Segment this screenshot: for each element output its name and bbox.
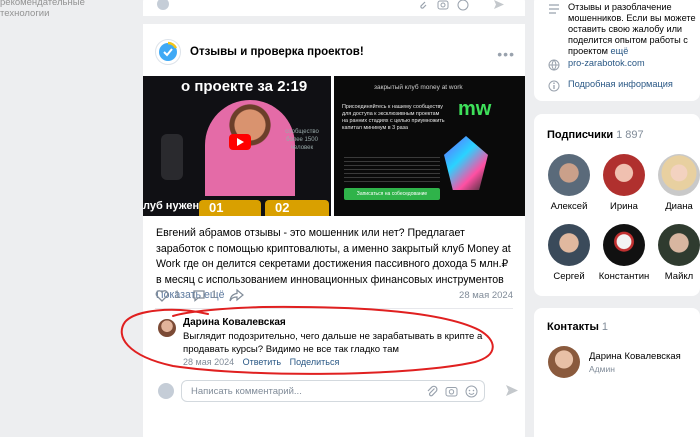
- avatar: [658, 154, 700, 196]
- send-icon[interactable]: [493, 0, 505, 10]
- video-thumbnail[interactable]: о проекте за 2:19 сообщество более 1500 …: [143, 76, 331, 216]
- comment-icon: [193, 289, 205, 302]
- details-link[interactable]: Подробная информация: [568, 79, 698, 90]
- post-separator: [143, 16, 525, 24]
- website-link[interactable]: pro-zarabotok.com: [568, 58, 698, 69]
- comment-author[interactable]: Дарина Ковалевская: [183, 317, 286, 328]
- comment-avatar[interactable]: [158, 319, 176, 337]
- like-button[interactable]: 1: [155, 289, 180, 302]
- emoji-icon[interactable]: [465, 385, 478, 398]
- post-header: Отзывы и проверка проектов!: [155, 39, 364, 65]
- new-comment-row: Написать комментарий...: [155, 380, 519, 402]
- contacts-card: Контакты 1 Дарина Ковалевская Админ: [534, 308, 700, 437]
- reply-link[interactable]: Ответить: [243, 357, 281, 367]
- promo-header: закрытый клуб money at work: [374, 84, 463, 91]
- subscriber-name: Диана: [665, 201, 693, 212]
- description-more-link[interactable]: ещё: [611, 46, 629, 56]
- side-caption: сообщество более 1500 человек: [285, 129, 319, 151]
- subscribers-header[interactable]: Подписчики 1 897: [547, 129, 644, 141]
- subscriber-item[interactable]: Алексей: [541, 154, 597, 212]
- comment-count: 1: [211, 289, 218, 301]
- comment-button[interactable]: 1: [192, 289, 217, 302]
- subscriber-name: Ирина: [610, 201, 638, 212]
- avatar: [603, 154, 645, 196]
- promo-image[interactable]: закрытый клуб money at work mw Присоедин…: [334, 76, 525, 216]
- share-link[interactable]: Поделиться: [290, 357, 340, 367]
- promo-headline: Присоединяйтесь к нашему сообществу для …: [342, 104, 445, 131]
- youtube-play-icon[interactable]: [229, 134, 251, 150]
- contacts-title: Контакты: [547, 321, 599, 333]
- comment-input-placeholder: Написать комментарий...: [191, 386, 302, 397]
- subscriber-name: Константин: [598, 271, 650, 282]
- description-row: Отзывы и разоблачение мошенников. Если в…: [548, 2, 698, 57]
- comment-text: Выглядит подозрительно, чего дальше не з…: [183, 331, 483, 355]
- promo-bullets: [344, 154, 440, 184]
- globe-icon: [548, 59, 560, 71]
- subscriber-item[interactable]: Сергей: [541, 224, 597, 282]
- website-row: pro-zarabotok.com: [548, 58, 698, 71]
- crystal-art: [444, 136, 488, 190]
- comment-meta: 28 мая 2024 Ответить Поделиться: [183, 357, 339, 367]
- comment-input[interactable]: Написать комментарий...: [181, 380, 485, 402]
- subscriber-item[interactable]: Диана: [651, 154, 700, 212]
- comments-divider: [155, 308, 513, 309]
- current-user-avatar: [158, 383, 174, 399]
- contact-item[interactable]: Дарина Ковалевская Админ: [548, 346, 681, 378]
- group-avatar[interactable]: [155, 39, 181, 65]
- subscriber-item[interactable]: Майкл: [651, 224, 700, 282]
- avatar: [603, 224, 645, 266]
- comment-date[interactable]: 28 мая 2024: [183, 357, 234, 367]
- contact-name: Дарина Ковалевская: [589, 350, 681, 362]
- community-description: Отзывы и разоблачение мошенников. Если в…: [568, 2, 696, 56]
- details-row: Подробная информация: [548, 79, 698, 92]
- subscriber-name: Майкл: [664, 271, 694, 282]
- promo-logo: mw: [458, 98, 492, 120]
- contacts-header[interactable]: Контакты 1: [547, 321, 608, 333]
- contacts-count: 1: [601, 321, 608, 333]
- attach-icon[interactable]: [426, 385, 438, 398]
- subscriber-name: Алексей: [550, 201, 588, 212]
- avatar: [548, 346, 580, 378]
- avatar: [548, 154, 590, 196]
- like-count: 1: [174, 289, 181, 301]
- subscriber-name: Сергей: [553, 271, 585, 282]
- attach-icon[interactable]: [418, 0, 428, 11]
- community-info-card: Отзывы и разоблачение мошенников. Если в…: [534, 0, 700, 101]
- post-body: Евгений абрамов отзывы - это мошенник ил…: [156, 227, 511, 286]
- left-nav-item[interactable]: рекомендательные технологии: [0, 0, 128, 19]
- post-date[interactable]: 28 мая 2024: [459, 290, 513, 301]
- feed-card: Отзывы и проверка проектов! ••• о проект…: [143, 0, 525, 437]
- avatar: [548, 224, 590, 266]
- digit-box-2: 02: [265, 200, 329, 216]
- digit-box-1: 01: [199, 200, 261, 216]
- subscribers-card: Подписчики 1 897 Алексей Ирина Диана Серг…: [534, 114, 700, 296]
- subscriber-item[interactable]: Ирина: [596, 154, 652, 212]
- share-button[interactable]: [229, 288, 245, 302]
- comment-input-icons: [426, 385, 478, 398]
- camera-icon[interactable]: [437, 0, 449, 10]
- subscriber-item[interactable]: Константин: [596, 224, 652, 282]
- heart-icon: [155, 289, 169, 302]
- emoji-icon[interactable]: [457, 0, 469, 11]
- video-title-text: о проекте за 2:19: [181, 78, 308, 95]
- subscribers-title: Подписчики: [547, 129, 614, 141]
- promo-button: Записаться на собеседование: [344, 188, 440, 200]
- post-media: о проекте за 2:19 сообщество более 1500 …: [143, 76, 525, 216]
- avatar: [658, 224, 700, 266]
- camera-icon[interactable]: [445, 385, 458, 397]
- avatar-placeholder-icon: [157, 0, 169, 10]
- share-icon: [229, 288, 245, 301]
- mic-shape: [161, 134, 183, 180]
- subscribers-count: 1 897: [616, 129, 644, 141]
- more-options-icon[interactable]: •••: [497, 46, 515, 62]
- verified-check-icon: [159, 41, 178, 61]
- info-icon: [548, 80, 560, 92]
- post-actions: 1 1 28 мая 2024: [155, 287, 513, 303]
- send-icon[interactable]: [505, 384, 519, 397]
- bottom-caption: луб нужен: [143, 200, 200, 212]
- text-lines-icon: [549, 4, 559, 14]
- previous-post-toolbar: [143, 0, 525, 12]
- contact-role: Админ: [589, 363, 615, 374]
- group-title[interactable]: Отзывы и проверка проектов!: [190, 46, 364, 58]
